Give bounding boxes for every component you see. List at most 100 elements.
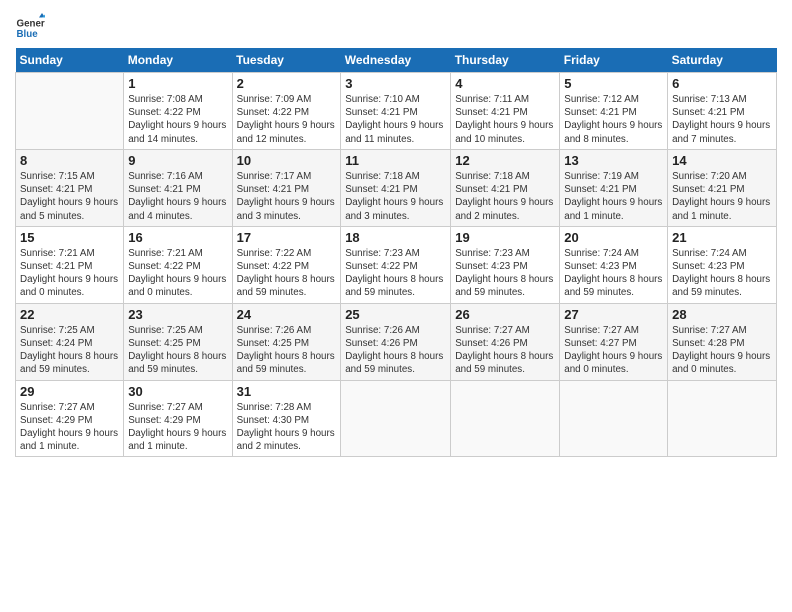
calendar-cell [451,380,560,457]
day-number: 14 [672,153,772,168]
calendar-cell: 18 Sunrise: 7:23 AMSunset: 4:22 PMDaylig… [341,226,451,303]
day-number: 23 [128,307,227,322]
calendar-cell: 19 Sunrise: 7:23 AMSunset: 4:23 PMDaylig… [451,226,560,303]
calendar-cell: 12 Sunrise: 7:18 AMSunset: 4:21 PMDaylig… [451,149,560,226]
calendar-cell: 25 Sunrise: 7:26 AMSunset: 4:26 PMDaylig… [341,303,451,380]
logo-icon: General Blue [15,10,45,40]
day-number: 31 [237,384,337,399]
calendar-container: General Blue SundayMondayTuesdayWednesda… [0,0,792,467]
day-info: Sunrise: 7:21 AMSunset: 4:21 PMDaylight … [20,248,118,299]
calendar-cell: 26 Sunrise: 7:27 AMSunset: 4:26 PMDaylig… [451,303,560,380]
day-info: Sunrise: 7:15 AMSunset: 4:21 PMDaylight … [20,171,118,222]
calendar-cell: 21 Sunrise: 7:24 AMSunset: 4:23 PMDaylig… [668,226,777,303]
day-number: 20 [564,230,663,245]
calendar-cell [668,380,777,457]
day-info: Sunrise: 7:27 AMSunset: 4:28 PMDaylight … [672,325,770,376]
calendar-cell: 24 Sunrise: 7:26 AMSunset: 4:25 PMDaylig… [232,303,341,380]
day-number: 2 [237,76,337,91]
calendar-cell [16,73,124,150]
calendar-cell: 23 Sunrise: 7:25 AMSunset: 4:25 PMDaylig… [124,303,232,380]
calendar-cell: 17 Sunrise: 7:22 AMSunset: 4:22 PMDaylig… [232,226,341,303]
calendar-cell: 6 Sunrise: 7:13 AMSunset: 4:21 PMDayligh… [668,73,777,150]
day-info: Sunrise: 7:18 AMSunset: 4:21 PMDaylight … [345,171,443,222]
day-number: 26 [455,307,555,322]
calendar-cell: 20 Sunrise: 7:24 AMSunset: 4:23 PMDaylig… [560,226,668,303]
day-number: 8 [20,153,119,168]
day-info: Sunrise: 7:18 AMSunset: 4:21 PMDaylight … [455,171,553,222]
day-info: Sunrise: 7:24 AMSunset: 4:23 PMDaylight … [564,248,662,299]
day-number: 4 [455,76,555,91]
calendar-cell [341,380,451,457]
calendar-cell: 30 Sunrise: 7:27 AMSunset: 4:29 PMDaylig… [124,380,232,457]
day-info: Sunrise: 7:23 AMSunset: 4:23 PMDaylight … [455,248,553,299]
day-info: Sunrise: 7:24 AMSunset: 4:23 PMDaylight … [672,248,770,299]
col-header-sunday: Sunday [16,48,124,73]
day-number: 30 [128,384,227,399]
day-info: Sunrise: 7:20 AMSunset: 4:21 PMDaylight … [672,171,770,222]
day-number: 1 [128,76,227,91]
svg-text:General: General [17,19,46,30]
calendar-cell: 13 Sunrise: 7:19 AMSunset: 4:21 PMDaylig… [560,149,668,226]
day-info: Sunrise: 7:27 AMSunset: 4:29 PMDaylight … [128,402,226,453]
day-info: Sunrise: 7:27 AMSunset: 4:27 PMDaylight … [564,325,662,376]
day-info: Sunrise: 7:26 AMSunset: 4:26 PMDaylight … [345,325,443,376]
day-number: 24 [237,307,337,322]
day-info: Sunrise: 7:22 AMSunset: 4:22 PMDaylight … [237,248,335,299]
day-info: Sunrise: 7:16 AMSunset: 4:21 PMDaylight … [128,171,226,222]
day-number: 28 [672,307,772,322]
day-number: 22 [20,307,119,322]
day-number: 11 [345,153,446,168]
calendar-cell: 14 Sunrise: 7:20 AMSunset: 4:21 PMDaylig… [668,149,777,226]
calendar-cell: 3 Sunrise: 7:10 AMSunset: 4:21 PMDayligh… [341,73,451,150]
day-number: 25 [345,307,446,322]
day-info: Sunrise: 7:26 AMSunset: 4:25 PMDaylight … [237,325,335,376]
day-info: Sunrise: 7:13 AMSunset: 4:21 PMDaylight … [672,94,770,145]
day-info: Sunrise: 7:11 AMSunset: 4:21 PMDaylight … [455,94,553,145]
day-number: 10 [237,153,337,168]
header: General Blue [15,10,777,40]
calendar-cell: 29 Sunrise: 7:27 AMSunset: 4:29 PMDaylig… [16,380,124,457]
day-info: Sunrise: 7:17 AMSunset: 4:21 PMDaylight … [237,171,335,222]
calendar-cell: 31 Sunrise: 7:28 AMSunset: 4:30 PMDaylig… [232,380,341,457]
day-number: 21 [672,230,772,245]
day-number: 19 [455,230,555,245]
col-header-tuesday: Tuesday [232,48,341,73]
logo: General Blue [15,10,45,40]
col-header-saturday: Saturday [668,48,777,73]
calendar-cell: 22 Sunrise: 7:25 AMSunset: 4:24 PMDaylig… [16,303,124,380]
calendar-cell: 15 Sunrise: 7:21 AMSunset: 4:21 PMDaylig… [16,226,124,303]
day-number: 6 [672,76,772,91]
calendar-cell [560,380,668,457]
calendar-cell: 2 Sunrise: 7:09 AMSunset: 4:22 PMDayligh… [232,73,341,150]
day-number: 5 [564,76,663,91]
day-info: Sunrise: 7:25 AMSunset: 4:25 PMDaylight … [128,325,226,376]
calendar-cell: 1 Sunrise: 7:08 AMSunset: 4:22 PMDayligh… [124,73,232,150]
calendar-cell: 8 Sunrise: 7:15 AMSunset: 4:21 PMDayligh… [16,149,124,226]
day-number: 29 [20,384,119,399]
day-info: Sunrise: 7:28 AMSunset: 4:30 PMDaylight … [237,402,335,453]
day-number: 18 [345,230,446,245]
calendar-cell: 27 Sunrise: 7:27 AMSunset: 4:27 PMDaylig… [560,303,668,380]
calendar-cell: 10 Sunrise: 7:17 AMSunset: 4:21 PMDaylig… [232,149,341,226]
day-number: 27 [564,307,663,322]
day-number: 9 [128,153,227,168]
calendar-cell: 16 Sunrise: 7:21 AMSunset: 4:22 PMDaylig… [124,226,232,303]
calendar-cell: 9 Sunrise: 7:16 AMSunset: 4:21 PMDayligh… [124,149,232,226]
day-info: Sunrise: 7:08 AMSunset: 4:22 PMDaylight … [128,94,226,145]
day-number: 12 [455,153,555,168]
day-number: 17 [237,230,337,245]
day-info: Sunrise: 7:27 AMSunset: 4:29 PMDaylight … [20,402,118,453]
col-header-wednesday: Wednesday [341,48,451,73]
calendar-cell: 5 Sunrise: 7:12 AMSunset: 4:21 PMDayligh… [560,73,668,150]
day-info: Sunrise: 7:25 AMSunset: 4:24 PMDaylight … [20,325,118,376]
day-number: 15 [20,230,119,245]
col-header-monday: Monday [124,48,232,73]
col-header-thursday: Thursday [451,48,560,73]
day-number: 3 [345,76,446,91]
calendar-cell: 11 Sunrise: 7:18 AMSunset: 4:21 PMDaylig… [341,149,451,226]
day-info: Sunrise: 7:21 AMSunset: 4:22 PMDaylight … [128,248,226,299]
day-info: Sunrise: 7:12 AMSunset: 4:21 PMDaylight … [564,94,662,145]
day-info: Sunrise: 7:27 AMSunset: 4:26 PMDaylight … [455,325,553,376]
svg-text:Blue: Blue [17,29,39,40]
calendar-cell: 28 Sunrise: 7:27 AMSunset: 4:28 PMDaylig… [668,303,777,380]
